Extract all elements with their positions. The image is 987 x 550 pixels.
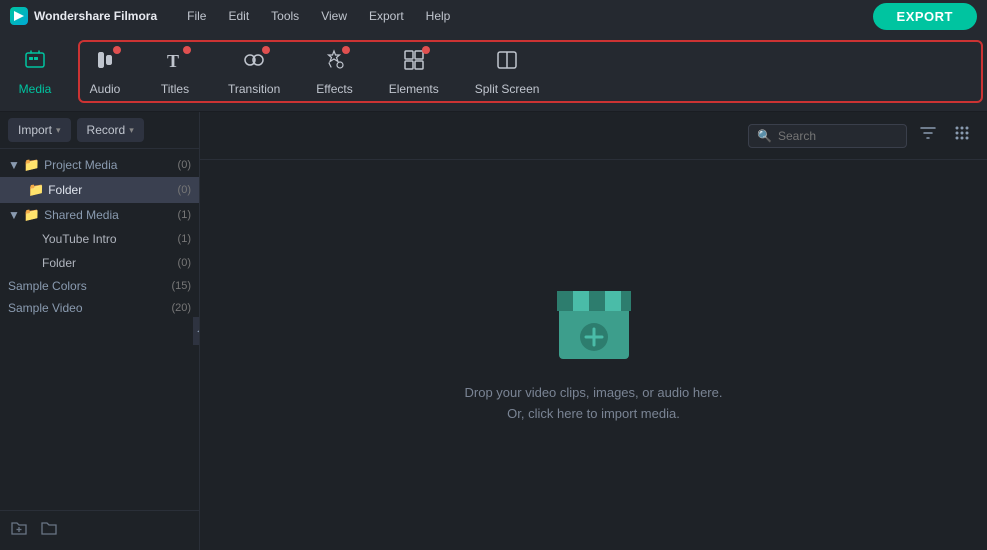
toolbar: Media Audio T Titles (0, 32, 987, 112)
sidebar-item-shared-media[interactable]: ▼ 📁 Shared Media (1) (0, 203, 199, 227)
sample-colors-count: (15) (171, 280, 191, 292)
svg-text:T: T (167, 51, 179, 71)
titles-icon: T (163, 48, 187, 78)
toolbar-item-titles[interactable]: T Titles (140, 32, 210, 111)
menu-help[interactable]: Help (416, 5, 461, 27)
new-folder-icon[interactable] (40, 519, 58, 542)
record-label: Record (87, 123, 126, 137)
sidebar-item-sample-colors[interactable]: Sample Colors (15) (0, 275, 199, 297)
menu-edit[interactable]: Edit (218, 5, 259, 27)
titles-label: Titles (161, 82, 189, 96)
project-media-count: (0) (178, 159, 191, 171)
audio-icon (93, 48, 117, 78)
menu-tools[interactable]: Tools (261, 5, 309, 27)
record-button[interactable]: Record ▾ (77, 118, 144, 142)
search-input[interactable] (778, 129, 898, 143)
app-logo: Wondershare Filmora (10, 7, 157, 25)
toolbar-item-split-screen[interactable]: Split Screen (457, 32, 558, 111)
sidebar-toolbar: Import ▾ Record ▾ (0, 112, 199, 149)
transition-label: Transition (228, 82, 280, 96)
import-chevron: ▾ (56, 125, 61, 136)
sample-colors-label: Sample Colors (8, 279, 87, 293)
sample-video-count: (20) (171, 302, 191, 314)
toolbar-item-media[interactable]: Media (0, 32, 70, 111)
app-name: Wondershare Filmora (34, 9, 157, 23)
elements-icon (402, 48, 426, 78)
toolbar-item-transition[interactable]: Transition (210, 32, 298, 111)
effects-label: Effects (316, 82, 352, 96)
audio-label: Audio (90, 82, 121, 96)
media-label: Media (19, 82, 52, 96)
search-icon: 🔍 (757, 129, 772, 143)
menu-file[interactable]: File (177, 5, 216, 27)
project-media-label: Project Media (44, 158, 117, 172)
menu-view[interactable]: View (311, 5, 357, 27)
effects-dot (342, 46, 350, 54)
sidebar-item-youtube-intro[interactable]: YouTube Intro (1) (0, 227, 199, 251)
split-screen-label: Split Screen (475, 82, 540, 96)
youtube-intro-count: (1) (178, 233, 191, 245)
folder-child-label: Folder (42, 256, 76, 270)
drop-text: Drop your video clips, images, or audio … (465, 383, 723, 425)
import-label: Import (18, 123, 52, 137)
transition-icon (242, 48, 266, 78)
sidebar-item-folder-main[interactable]: 📁 Folder (0) (0, 177, 199, 203)
media-icon (23, 48, 47, 78)
content-area[interactable]: 🔍 (200, 112, 987, 550)
record-chevron: ▾ (129, 125, 134, 136)
grid-icon[interactable] (949, 120, 975, 151)
clapperboard-icon (549, 277, 639, 367)
titles-dot (183, 46, 191, 54)
import-button[interactable]: Import ▾ (8, 118, 71, 142)
content-toolbar: 🔍 (200, 112, 987, 160)
arrow-icon: ▼ (8, 208, 20, 222)
add-folder-icon[interactable] (10, 519, 28, 542)
sample-video-label: Sample Video (8, 301, 83, 315)
split-screen-icon (495, 48, 519, 78)
toolbar-item-effects[interactable]: Effects (298, 32, 370, 111)
audio-dot (113, 46, 121, 54)
drop-area[interactable]: Drop your video clips, images, or audio … (465, 277, 723, 425)
sidebar-item-folder-child[interactable]: Folder (0) (0, 251, 199, 275)
sidebar-item-project-media[interactable]: ▼ 📁 Project Media (0) (0, 153, 199, 177)
collapse-sidebar-button[interactable]: ◀ (193, 317, 200, 345)
shared-media-label: Shared Media (44, 208, 119, 222)
sidebar-item-sample-video[interactable]: Sample Video (20) (0, 297, 199, 319)
folder-icon: 📁 (24, 207, 40, 223)
shared-media-count: (1) (178, 209, 191, 221)
sidebar: Import ▾ Record ▾ ▼ 📁 Project Media (0) … (0, 112, 200, 550)
effects-icon (322, 48, 346, 78)
search-box[interactable]: 🔍 (748, 124, 907, 148)
folder-child-count: (0) (178, 257, 191, 269)
transition-dot (262, 46, 270, 54)
youtube-intro-label: YouTube Intro (42, 232, 117, 246)
sidebar-bottom (0, 510, 199, 550)
elements-label: Elements (389, 82, 439, 96)
arrow-icon: ▼ (8, 158, 20, 172)
logo-icon (10, 7, 28, 25)
drop-line2: Or, click here to import media. (465, 404, 723, 425)
menu-items: File Edit Tools View Export Help (177, 5, 460, 27)
filter-icon[interactable] (915, 120, 941, 151)
menu-export[interactable]: Export (359, 5, 414, 27)
folder-icon: 📁 (28, 182, 44, 198)
toolbar-item-elements[interactable]: Elements (371, 32, 457, 111)
toolbar-item-audio[interactable]: Audio (70, 32, 140, 111)
export-button[interactable]: EXPORT (873, 3, 977, 30)
menu-bar: Wondershare Filmora File Edit Tools View… (0, 0, 987, 32)
elements-dot (422, 46, 430, 54)
drop-line1: Drop your video clips, images, or audio … (465, 383, 723, 404)
sidebar-tree: ▼ 📁 Project Media (0) 📁 Folder (0) ▼ 📁 S… (0, 149, 199, 510)
folder-icon: 📁 (24, 157, 40, 173)
folder-main-count: (0) (178, 184, 191, 196)
folder-main-label: Folder (48, 183, 82, 197)
main-content: Import ▾ Record ▾ ▼ 📁 Project Media (0) … (0, 112, 987, 550)
